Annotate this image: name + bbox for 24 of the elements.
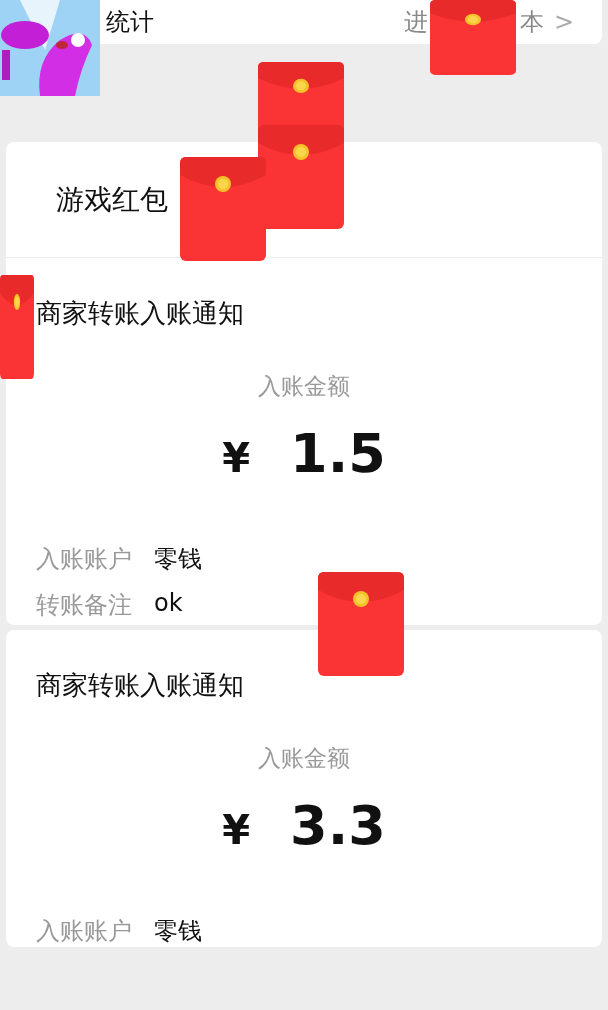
field-label: 转账备注 [36, 590, 132, 621]
game-title: 游戏红包 [56, 181, 168, 218]
amount-value: 1.5 [290, 422, 386, 485]
chevron-icon: > [553, 8, 574, 36]
field-label: 入账账户 [36, 544, 132, 575]
field-value: 零钱 [154, 544, 202, 575]
amount-label: 入账金额 [257, 744, 351, 773]
field-label: 入账账户 [36, 916, 132, 947]
currency-symbol: ¥ [222, 807, 251, 853]
amount-value: 3.3 [290, 794, 386, 857]
currency-symbol: ¥ [222, 435, 251, 481]
notification-title: 商家转账入账通知 [36, 297, 245, 330]
envelope-icon [0, 275, 34, 379]
notification-title: 商家转账入账通知 [36, 669, 245, 702]
envelope-icon [258, 125, 344, 229]
link-text: 进 [403, 7, 428, 38]
envelope-icon [430, 0, 516, 75]
envelope-icon [318, 572, 404, 676]
field-value: 零钱 [154, 916, 202, 947]
envelope-icon [180, 157, 266, 261]
amount-label: 入账金额 [257, 372, 351, 401]
link-text: 本 [519, 8, 544, 36]
field-value: ok [154, 589, 183, 619]
row-title: 统计 [106, 7, 154, 38]
